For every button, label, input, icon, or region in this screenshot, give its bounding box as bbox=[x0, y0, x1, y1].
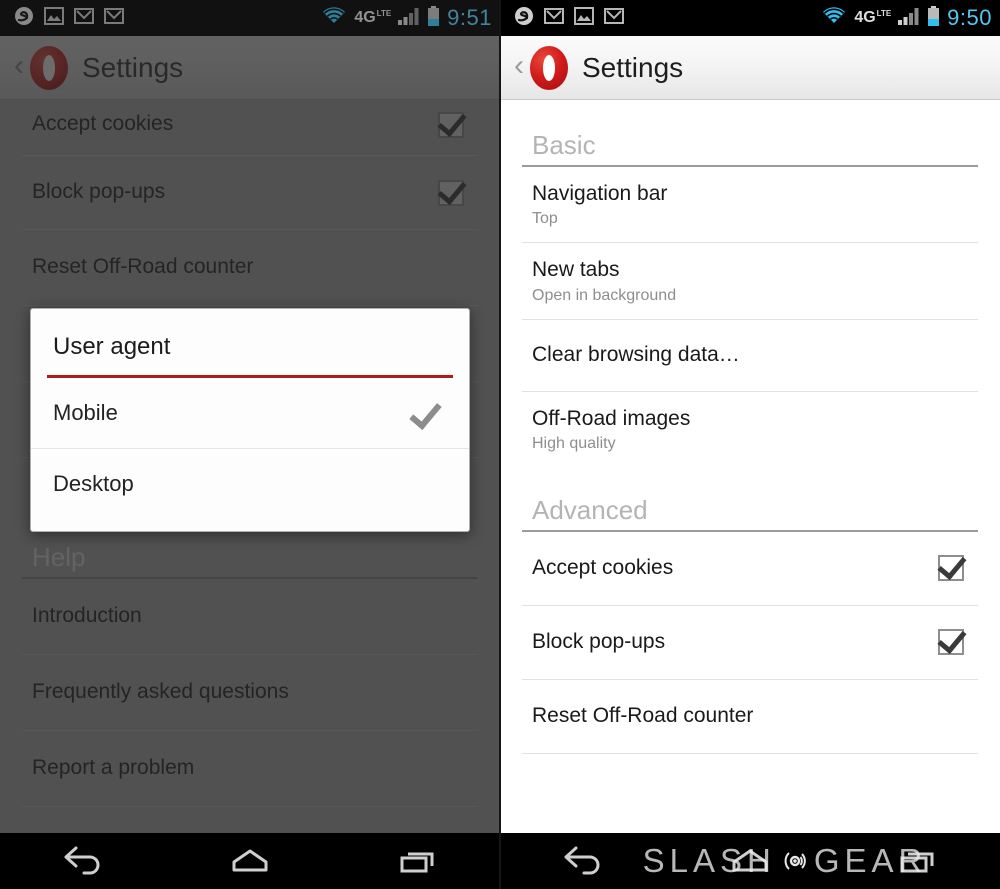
dialog-option-desktop[interactable]: Desktop bbox=[31, 449, 469, 531]
dialog-option-mobile[interactable]: Mobile bbox=[31, 378, 469, 449]
dual-screenshot: 4G LTE 9:51 ‹ Settings Accept cookies Bl… bbox=[0, 0, 1000, 889]
action-bar: ‹ Settings bbox=[0, 36, 500, 100]
battery-icon bbox=[427, 5, 440, 31]
row-title: Clear browsing data… bbox=[532, 342, 740, 366]
signal-bars-icon bbox=[898, 7, 920, 30]
back-chevron-icon[interactable]: ‹ bbox=[10, 50, 28, 85]
section-header-help: Help bbox=[22, 534, 478, 579]
system-nav-bar: SLASH GEAR bbox=[500, 833, 1000, 889]
gallery-icon bbox=[574, 6, 594, 30]
checkbox-block-popups[interactable] bbox=[938, 629, 964, 656]
status-clock: 9:50 bbox=[947, 5, 992, 30]
recents-icon[interactable] bbox=[882, 841, 952, 881]
page-title: Settings bbox=[582, 51, 684, 83]
section-header-advanced: Advanced bbox=[522, 467, 978, 532]
network-type-sub: LTE bbox=[876, 9, 892, 18]
network-type-label: 4G bbox=[354, 9, 376, 26]
checkbox-block-popups[interactable] bbox=[438, 179, 464, 206]
status-notification-icons bbox=[14, 6, 124, 31]
row-title: Reset Off-Road counter bbox=[532, 704, 754, 728]
right-phone-screen: 4G LTE 9:50 ‹ Settings Basic Navigation … bbox=[500, 0, 1000, 889]
status-clock: 9:51 bbox=[447, 5, 492, 30]
row-reset-offroad-counter[interactable]: Reset Off-Road counter bbox=[522, 680, 978, 754]
row-navigation-bar[interactable]: Navigation bar Top bbox=[522, 167, 978, 244]
network-type-icon: 4G LTE bbox=[854, 10, 891, 26]
check-icon bbox=[411, 402, 441, 424]
home-icon[interactable] bbox=[215, 841, 285, 881]
row-faq[interactable]: Frequently asked questions bbox=[22, 655, 478, 731]
recents-icon[interactable] bbox=[382, 841, 452, 881]
row-title: Accept cookies bbox=[532, 556, 674, 580]
row-title: New tabs bbox=[532, 258, 620, 282]
row-subtitle: High quality bbox=[532, 434, 616, 452]
action-bar: ‹ Settings bbox=[500, 36, 1000, 100]
settings-list: Basic Navigation bar Top New tabs Open i… bbox=[500, 100, 1000, 754]
row-subtitle: Open in background bbox=[532, 286, 677, 304]
back-icon[interactable] bbox=[48, 841, 118, 881]
row-title: Block pop-ups bbox=[32, 180, 166, 204]
battery-icon bbox=[927, 5, 940, 31]
status-bar: 4G LTE 9:51 bbox=[0, 0, 500, 36]
left-phone-screen: 4G LTE 9:51 ‹ Settings Accept cookies Bl… bbox=[0, 0, 500, 889]
row-clear-browsing-data[interactable]: Clear browsing data… bbox=[522, 320, 978, 392]
system-nav-bar bbox=[0, 833, 500, 889]
row-title: Report a problem bbox=[32, 756, 195, 780]
row-title: Reset Off-Road counter bbox=[32, 255, 254, 279]
row-new-tabs[interactable]: New tabs Open in background bbox=[522, 243, 978, 320]
network-type-icon: 4G LTE bbox=[354, 10, 391, 26]
gmail-icon bbox=[544, 7, 564, 29]
row-block-popups[interactable]: Block pop-ups bbox=[22, 156, 478, 230]
user-agent-dialog: User agent Mobile Desktop bbox=[30, 308, 470, 532]
row-title: Navigation bar bbox=[532, 182, 668, 205]
gmail-icon bbox=[74, 7, 94, 29]
row-reset-offroad-counter[interactable]: Reset Off-Road counter bbox=[22, 230, 478, 306]
row-title: Frequently asked questions bbox=[32, 680, 289, 704]
gmail-icon bbox=[604, 7, 624, 29]
row-accept-cookies[interactable]: Accept cookies bbox=[22, 100, 478, 156]
section-header-basic: Basic bbox=[522, 100, 978, 167]
row-block-popups[interactable]: Block pop-ups bbox=[522, 606, 978, 680]
opera-logo-icon[interactable] bbox=[30, 45, 68, 90]
dialog-option-label: Desktop bbox=[53, 471, 134, 496]
home-icon[interactable] bbox=[715, 841, 785, 881]
checkbox-accept-cookies[interactable] bbox=[938, 555, 964, 582]
status-system-icons: 4G LTE 9:51 bbox=[321, 5, 492, 31]
row-offroad-images[interactable]: Off-Road images High quality bbox=[522, 392, 978, 467]
dialog-option-label: Mobile bbox=[53, 400, 118, 425]
row-title: Introduction bbox=[32, 604, 142, 628]
panel-divider bbox=[499, 0, 501, 889]
skype-icon bbox=[514, 6, 534, 31]
row-title: Off-Road images bbox=[532, 406, 691, 430]
opera-logo-icon[interactable] bbox=[530, 45, 568, 90]
row-title: Block pop-ups bbox=[532, 630, 666, 654]
skype-icon bbox=[14, 6, 34, 31]
row-report-problem[interactable]: Report a problem bbox=[22, 731, 478, 807]
gmail-icon bbox=[104, 7, 124, 29]
wifi-icon bbox=[321, 6, 347, 31]
back-icon[interactable] bbox=[548, 841, 618, 881]
network-type-sub: LTE bbox=[376, 9, 392, 18]
wifi-icon bbox=[821, 6, 847, 31]
gallery-icon bbox=[44, 6, 64, 30]
status-bar: 4G LTE 9:50 bbox=[500, 0, 1000, 36]
row-accept-cookies[interactable]: Accept cookies bbox=[522, 532, 978, 606]
status-system-icons: 4G LTE 9:50 bbox=[821, 5, 992, 31]
row-introduction[interactable]: Introduction bbox=[22, 579, 478, 655]
back-chevron-icon[interactable]: ‹ bbox=[510, 50, 528, 85]
status-notification-icons bbox=[514, 6, 624, 31]
page-title: Settings bbox=[82, 51, 184, 83]
network-type-label: 4G bbox=[854, 9, 876, 26]
dialog-title: User agent bbox=[53, 333, 171, 360]
row-subtitle: Top bbox=[532, 210, 558, 228]
signal-bars-icon bbox=[398, 7, 420, 30]
checkbox-accept-cookies[interactable] bbox=[438, 111, 464, 138]
row-title: Accept cookies bbox=[32, 112, 174, 136]
